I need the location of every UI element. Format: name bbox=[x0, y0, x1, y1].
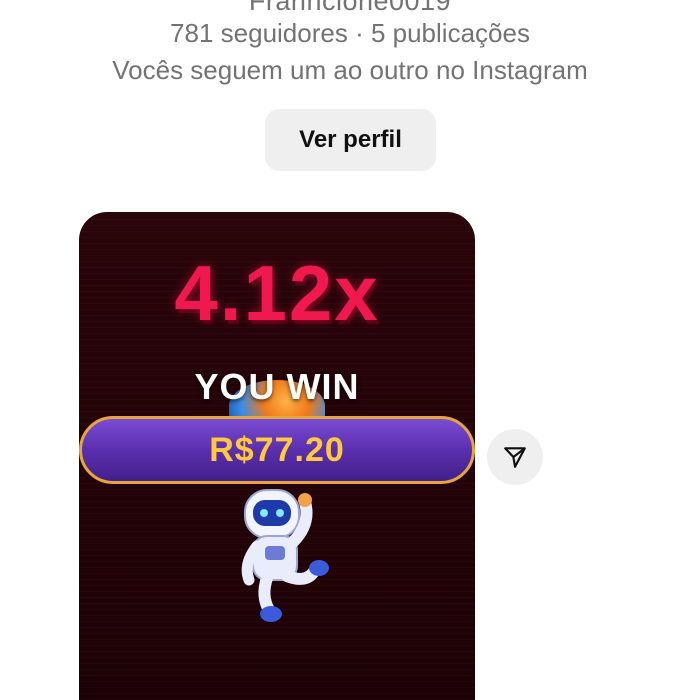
astronaut-icon bbox=[241, 489, 329, 622]
shared-media-card[interactable]: 4.12x YOU WIN R$77.20 bbox=[79, 212, 475, 700]
send-icon bbox=[504, 447, 526, 468]
you-win-text: YOU WIN bbox=[194, 366, 360, 407]
profile-stats: 781 seguidores · 5 publicações bbox=[170, 18, 530, 48]
mutual-follow-text: Vocês seguem um ao outro no Instagram bbox=[112, 55, 588, 85]
prize-bar: R$77.20 bbox=[79, 416, 475, 484]
share-button[interactable] bbox=[487, 429, 543, 485]
profile-username: Franncione0019 bbox=[248, 0, 452, 16]
view-profile-button[interactable]: Ver perfil bbox=[265, 109, 436, 171]
prize-amount: R$77.20 bbox=[209, 430, 345, 469]
multiplier-text: 4.12x bbox=[174, 249, 380, 337]
